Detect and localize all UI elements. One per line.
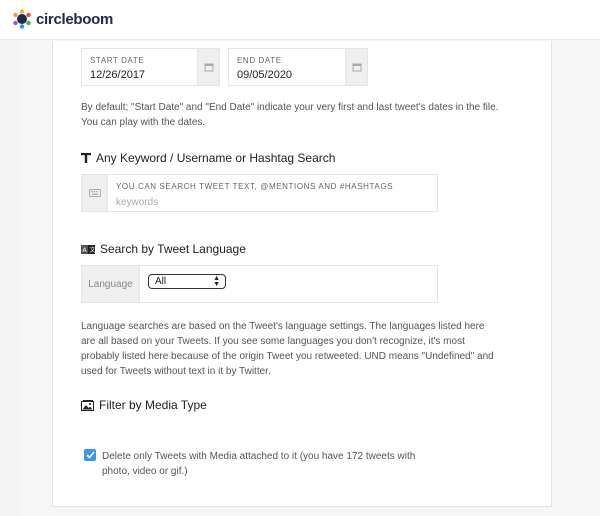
language-field: Language All ▲ ▼ [81,265,438,303]
language-selected-value: All [155,276,167,287]
media-checkbox-label[interactable]: Delete only Tweets with Media attached t… [102,449,422,479]
language-title: Search by Tweet Language [100,242,246,256]
left-strip [0,41,20,516]
end-date-label: END DATE [237,56,282,65]
language-label: Language [82,266,140,302]
translate-icon: A文 [81,244,96,254]
media-section-title: Filter by Media Type [81,398,207,412]
svg-text:文: 文 [90,246,96,254]
brand-logo[interactable]: circleboom [12,9,113,29]
language-help-text: Language searches are based on the Tweet… [81,321,494,377]
date-help-text: By default; "Start Date" and "End Date" … [81,102,499,128]
select-arrows-icon: ▲ ▼ [213,275,220,288]
image-icon [81,399,94,411]
language-section-title: A文 Search by Tweet Language [81,242,246,256]
top-bar: circleboom [0,0,600,40]
keyword-section-title: Any Keyword / Username or Hashtag Search [81,151,335,165]
checkmark-icon [85,451,95,459]
start-date-label: START DATE [90,56,145,65]
filter-card: START DATE 12/26/2017 END DATE 09/05/202… [52,41,552,507]
media-title: Filter by Media Type [99,398,207,412]
brand-name: circleboom [36,10,114,28]
media-checkbox[interactable] [84,449,96,461]
start-date-value[interactable]: 12/26/2017 [90,69,145,81]
keyword-input[interactable] [116,195,416,209]
keyboard-icon [82,175,108,211]
keyword-search-field[interactable]: YOU CAN SEARCH TWEET TEXT, @MENTIONS AND… [81,174,438,212]
end-date-value[interactable]: 09/05/2020 [237,69,292,81]
keyword-title: Any Keyword / Username or Hashtag Search [96,151,336,165]
keyword-label: YOU CAN SEARCH TWEET TEXT, @MENTIONS AND… [116,182,394,191]
start-date-field[interactable]: START DATE 12/26/2017 [81,48,220,86]
language-select[interactable]: All ▲ ▼ [148,274,226,289]
end-date-field[interactable]: END DATE 09/05/2020 [228,48,368,86]
text-icon [81,153,91,163]
calendar-icon[interactable] [345,49,367,85]
calendar-icon[interactable] [197,49,219,85]
circleboom-logo-icon [12,9,32,29]
